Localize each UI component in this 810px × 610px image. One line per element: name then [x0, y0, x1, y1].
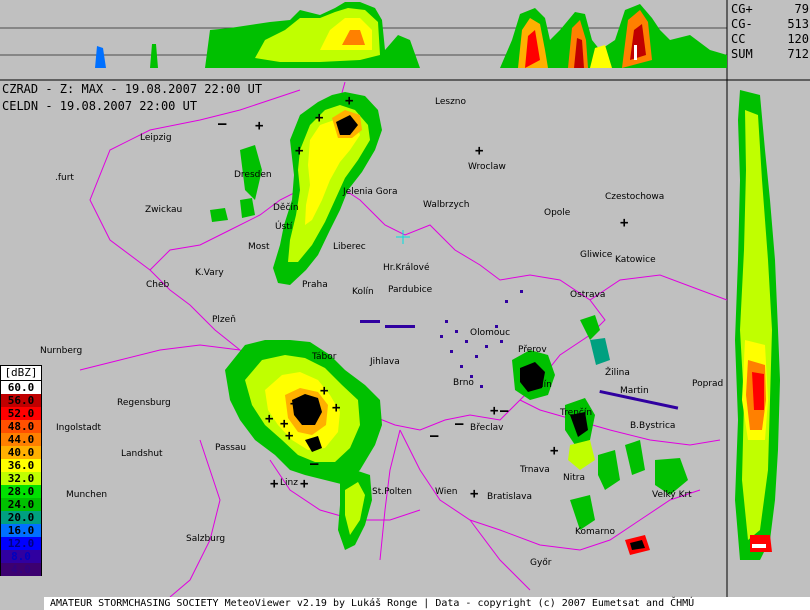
svg-text:+: +	[332, 400, 340, 416]
city-label: Brno	[453, 378, 474, 388]
svg-text:+: +	[315, 110, 323, 126]
svg-text:+: +	[285, 428, 293, 444]
svg-text:+: +	[255, 118, 263, 134]
legend-level: 8.0	[0, 550, 42, 563]
city-label: Most	[248, 242, 270, 252]
city-label: Poprad	[692, 379, 724, 389]
svg-text:+: +	[320, 383, 328, 399]
stat-row: CG+ 79	[731, 2, 809, 16]
svg-text:+: +	[620, 215, 628, 231]
city-label: Győr	[530, 558, 552, 568]
city-label: Leipzig	[140, 133, 172, 143]
city-label: Landshut	[121, 449, 163, 459]
city-label: St.Polten	[372, 487, 412, 497]
legend-level: 16.0	[0, 524, 42, 537]
city-label: Cheb	[146, 280, 170, 290]
city-label: Děčín	[273, 203, 299, 213]
city-label: Nurnberg	[40, 346, 83, 356]
svg-text:–: –	[500, 403, 509, 419]
legend-level: 44.0	[0, 433, 42, 446]
svg-text:–: –	[430, 428, 439, 444]
legend-level: 20.0	[0, 511, 42, 524]
svg-text:+: +	[475, 143, 483, 159]
legend-level: 32.0	[0, 472, 42, 485]
svg-text:+: +	[345, 93, 353, 109]
svg-text:+: +	[550, 443, 558, 459]
city-label: Gliwice	[580, 250, 613, 260]
svg-text:+: +	[490, 403, 498, 419]
lightning-header-line: CELDN - 19.08.2007 22:00 UT	[2, 99, 198, 113]
svg-text:+: +	[300, 408, 308, 424]
city-label: Kolín	[352, 287, 374, 297]
legend-level: 36.0	[0, 459, 42, 472]
legend-level: 48.0	[0, 420, 42, 433]
city-label: Zlín	[535, 380, 552, 390]
svg-text:–: –	[218, 116, 227, 132]
svg-text:+: +	[265, 411, 273, 427]
svg-text:+: +	[270, 476, 278, 492]
city-label: .furt	[55, 173, 74, 183]
city-label: Jelenia Gora	[343, 187, 398, 197]
radar-header-line: CZRAD - Z: MAX - 19.08.2007 22:00 UT	[2, 82, 263, 96]
city-label: Nitra	[563, 473, 585, 483]
city-label: Czestochowa	[605, 192, 665, 202]
city-label: Bratislava	[487, 492, 532, 502]
city-label: Pardubice	[388, 285, 433, 295]
city-label: Plzeň	[212, 315, 236, 325]
city-label: Zwickau	[145, 205, 183, 215]
city-label: Regensburg	[117, 398, 171, 408]
city-label: Přerov	[518, 345, 547, 355]
city-label: Praha	[302, 280, 328, 290]
city-label: Opole	[544, 208, 571, 218]
legend-level: 56.0	[0, 394, 42, 407]
legend-level: 52.0	[0, 407, 42, 420]
city-label: Tábor	[312, 352, 337, 362]
city-label: Hr.Králové	[383, 263, 430, 273]
lightning-stats: CG+ 79 CG- 513 CC 120 SUM 712	[731, 2, 809, 62]
city-label: Břeclav	[470, 423, 504, 433]
svg-text:+: +	[295, 143, 303, 159]
city-label: Olomouc	[470, 328, 511, 338]
legend-level: 12.0	[0, 537, 42, 550]
city-label: B.Bystrica	[630, 421, 676, 431]
city-label: Ostrava	[570, 290, 606, 300]
city-label: Trenčín	[560, 408, 593, 418]
city-label: Wien	[435, 487, 458, 497]
legend-level: 4.0	[0, 563, 42, 576]
city-label: Katowice	[615, 255, 656, 265]
legend-title: [dBZ]	[0, 365, 42, 381]
svg-text:–: –	[310, 456, 319, 472]
city-label: Linz	[280, 478, 298, 488]
legend-level: 24.0	[0, 498, 42, 511]
footer-credits: AMATEUR STORMCHASING SOCIETY MeteoViewer…	[44, 597, 810, 610]
city-label: Leszno	[435, 97, 467, 107]
city-label: Trnava	[520, 465, 550, 475]
city-label: Jihlava	[370, 357, 400, 367]
city-label: K.Vary	[195, 268, 224, 278]
stat-row: CG- 513	[731, 17, 809, 31]
svg-text:–: –	[455, 416, 464, 432]
legend-level: 60.0	[0, 381, 42, 394]
svg-text:+: +	[300, 476, 308, 492]
city-label: Walbrzych	[423, 200, 470, 210]
city-label: Salzburg	[186, 534, 226, 544]
dbz-legend: [dBZ] 60.0 56.0 52.0 48.0 44.0 40.0 36.0 32.0 28…	[0, 365, 42, 576]
city-label: Ingolstadt	[56, 423, 102, 433]
city-label: Liberec	[333, 242, 366, 252]
city-label: Žilina	[605, 368, 630, 378]
stat-row: CC 120	[731, 32, 809, 46]
city-label: Passau	[215, 443, 247, 453]
city-label: Munchen	[66, 490, 108, 500]
city-label: Velký Krt	[652, 490, 692, 500]
legend-level: 28.0	[0, 485, 42, 498]
stat-row: SUM 712	[731, 47, 809, 61]
city-label: Wroclaw	[468, 162, 506, 172]
svg-text:+: +	[470, 486, 478, 502]
legend-level: 40.0	[0, 446, 42, 459]
city-label: Martin	[620, 386, 649, 396]
city-label: Dresden	[234, 170, 272, 180]
svg-text:+: +	[290, 396, 298, 412]
city-label: Ústí	[275, 222, 293, 232]
city-label: Komarno	[575, 527, 615, 537]
